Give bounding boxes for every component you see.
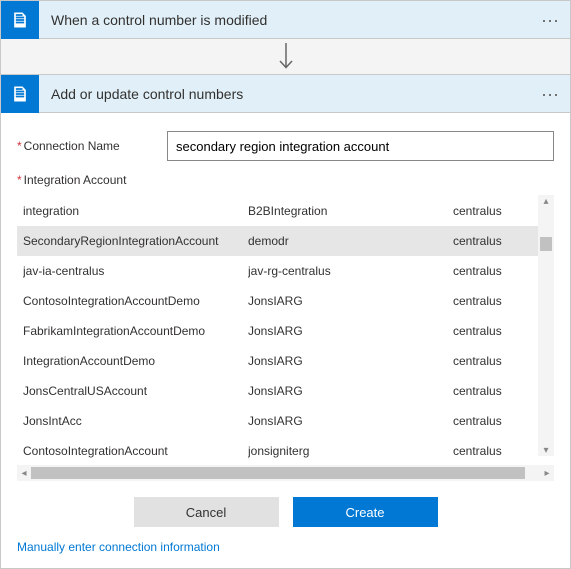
resource-group: jav-rg-centralus: [248, 264, 453, 278]
resource-group: JonsIARG: [248, 414, 453, 428]
list-item[interactable]: FabrikamIntegrationAccountDemoJonsIARGce…: [17, 316, 554, 346]
account-name: jav-ia-centralus: [23, 264, 248, 278]
region: centralus: [453, 204, 548, 218]
region: centralus: [453, 444, 548, 458]
resource-group: JonsIARG: [248, 324, 453, 338]
ellipsis-icon[interactable]: ···: [530, 89, 570, 99]
region: centralus: [453, 234, 548, 248]
account-name: IntegrationAccountDemo: [23, 354, 248, 368]
list-item[interactable]: ContosoIntegrationAccountDemoJonsIARGcen…: [17, 286, 554, 316]
region: centralus: [453, 264, 548, 278]
list-item[interactable]: jav-ia-centralusjav-rg-centraluscentralu…: [17, 256, 554, 286]
create-button[interactable]: Create: [293, 497, 438, 527]
account-name: ContosoIntegrationAccountDemo: [23, 294, 248, 308]
resource-group: B2BIntegration: [248, 204, 453, 218]
region: centralus: [453, 324, 548, 338]
resource-group: JonsIARG: [248, 354, 453, 368]
resource-group: JonsIARG: [248, 294, 453, 308]
trigger-step-header[interactable]: When a control number is modified ···: [1, 1, 570, 39]
integration-account-label: *Integration Account: [17, 173, 554, 187]
list-item[interactable]: integrationB2BIntegrationcentralus: [17, 196, 554, 226]
action-step-title: Add or update control numbers: [39, 86, 530, 102]
connection-name-label: *Connection Name: [17, 139, 167, 153]
account-name: SecondaryRegionIntegrationAccount: [23, 234, 248, 248]
list-item[interactable]: SecondaryRegionIntegrationAccountdemodrc…: [17, 226, 554, 256]
account-name: FabrikamIntegrationAccountDemo: [23, 324, 248, 338]
ellipsis-icon[interactable]: ···: [530, 15, 570, 25]
scroll-thumb[interactable]: [31, 467, 525, 479]
account-name: integration: [23, 204, 248, 218]
trigger-step-title: When a control number is modified: [39, 12, 530, 28]
list-item[interactable]: JonsCentralUSAccountJonsIARGcentralus: [17, 376, 554, 406]
scroll-right-icon[interactable]: ▸: [540, 465, 554, 481]
vertical-scrollbar[interactable]: ▴ ▾: [538, 195, 554, 456]
document-icon: [1, 75, 39, 113]
region: centralus: [453, 354, 548, 368]
cancel-button[interactable]: Cancel: [134, 497, 279, 527]
action-step-header[interactable]: Add or update control numbers ···: [1, 75, 570, 113]
region: centralus: [453, 384, 548, 398]
document-icon: [1, 1, 39, 39]
region: centralus: [453, 294, 548, 308]
resource-group: demodr: [248, 234, 453, 248]
list-item[interactable]: IntegrationAccountDemoJonsIARGcentralus: [17, 346, 554, 376]
scroll-up-icon[interactable]: ▴: [538, 195, 554, 207]
region: centralus: [453, 414, 548, 428]
scroll-down-icon[interactable]: ▾: [538, 444, 554, 456]
list-item[interactable]: ContosoIntegrationAccountjonsignitergcen…: [17, 436, 554, 465]
scroll-thumb[interactable]: [540, 237, 552, 251]
connector-arrow: [1, 39, 570, 75]
manual-connection-link[interactable]: Manually enter connection information: [17, 540, 220, 554]
integration-account-list[interactable]: integrationB2BIntegrationcentralusSecond…: [17, 195, 554, 465]
scroll-left-icon[interactable]: ◂: [17, 465, 31, 481]
connection-name-input[interactable]: [167, 131, 554, 161]
list-item[interactable]: JonsIntAccJonsIARGcentralus: [17, 406, 554, 436]
account-name: ContosoIntegrationAccount: [23, 444, 248, 458]
horizontal-scrollbar[interactable]: ◂ ▸: [17, 465, 554, 481]
resource-group: jonsigniterg: [248, 444, 453, 458]
account-name: JonsCentralUSAccount: [23, 384, 248, 398]
resource-group: JonsIARG: [248, 384, 453, 398]
account-name: JonsIntAcc: [23, 414, 248, 428]
